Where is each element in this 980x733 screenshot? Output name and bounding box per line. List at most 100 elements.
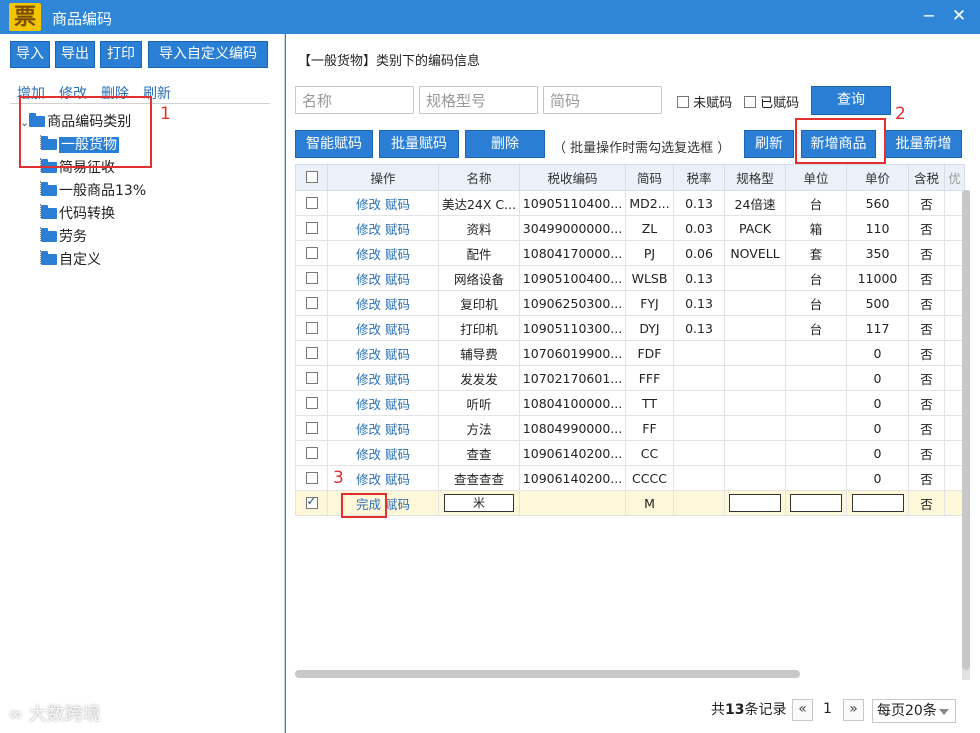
assigned-filter[interactable]: 已赋码 [744,92,799,111]
horizontal-scrollbar[interactable] [295,670,800,678]
row-select-cell[interactable] [295,415,328,441]
row-select-cell[interactable] [295,315,328,341]
select-all-cell[interactable] [295,164,328,191]
tree-item-custom[interactable]: 自定义 [40,249,101,269]
minimize-button[interactable]: − [918,5,940,27]
assign-code-link[interactable]: 赋码 [385,322,410,337]
table-row[interactable]: 修改 赋码 查查查查 10906140200... CCCC 0 否 [295,465,965,491]
assign-code-link[interactable]: 赋码 [385,247,410,262]
print-button[interactable]: 打印 [100,41,142,68]
row-checkbox[interactable] [305,471,318,484]
page-size-select[interactable]: 每页20条 [872,699,956,723]
assign-code-link[interactable]: 赋码 [385,472,410,487]
edit-link[interactable]: 修改 [356,322,381,337]
tree-item-general-13[interactable]: 一般商品13% [40,180,146,200]
assign-code-link[interactable]: 赋码 [385,222,410,237]
assign-code-link[interactable]: 赋码 [385,372,410,387]
row-select-cell[interactable] [295,215,328,241]
row-select-cell[interactable] [295,390,328,416]
row-checkbox[interactable] [305,421,318,434]
row-checkbox[interactable] [305,346,318,359]
table-row[interactable]: 修改 赋码 配件 10804170000... PJ 0.06 NOVELL 套 350 否 [295,240,965,266]
refresh-button[interactable]: 刷新 [744,130,794,158]
vertical-scrollbar[interactable] [962,190,970,680]
assign-code-link[interactable]: 赋码 [385,347,410,362]
row-checkbox[interactable] [305,321,318,334]
table-row[interactable]: 修改 赋码 方法 10804990000... FF 0 否 [295,415,965,441]
assign-code-link[interactable]: 赋码 [385,497,410,512]
table-row[interactable]: 修改 赋码 发发发 10702170601... FFF 0 否 [295,365,965,391]
edit-link[interactable]: 修改 [356,347,381,362]
row-select-cell[interactable] [295,240,328,266]
spec-edit-input[interactable] [729,494,781,512]
edit-link[interactable]: 修改 [356,247,381,262]
row-checkbox[interactable] [305,196,318,209]
name-edit-input[interactable]: 米 [444,494,514,512]
query-button[interactable]: 查询 [811,86,891,115]
row-select-cell[interactable] [295,440,328,466]
edit-link[interactable]: 修改 [356,472,381,487]
next-page-button[interactable]: » [843,699,864,721]
table-row[interactable]: 修改 赋码 网络设备 10905100400... WLSB 0.13 台 11000 否 [295,265,965,291]
delete-button[interactable]: 删除 [465,130,545,158]
table-row[interactable]: 修改 赋码 资料 30499000000... ZL 0.03 PACK 箱 110 否 [295,215,965,241]
cell-tax-included: 否 [908,340,945,366]
row-checkbox[interactable] [305,396,318,409]
price-edit-input[interactable] [851,494,904,512]
row-select-cell[interactable] [295,190,328,216]
edit-link[interactable]: 修改 [356,397,381,412]
row-select-cell[interactable] [295,365,328,391]
edit-link[interactable]: 修改 [356,297,381,312]
table-row[interactable]: 修改 赋码 听听 10804100000... TT 0 否 [295,390,965,416]
smart-code-button[interactable]: 智能赋码 [295,130,373,158]
tree-item-labor[interactable]: 劳务 [40,226,87,246]
select-all-checkbox[interactable] [305,171,318,183]
row-checkbox[interactable] [305,494,318,509]
batch-code-button[interactable]: 批量赋码 [379,130,459,158]
import-button[interactable]: 导入 [10,41,50,68]
edit-link[interactable]: 修改 [356,447,381,462]
row-checkbox[interactable] [305,371,318,384]
name-input[interactable]: 名称 [295,86,414,114]
batch-add-button[interactable]: 批量新增 [885,130,962,158]
close-button[interactable]: ✕ [948,5,970,27]
assign-code-link[interactable]: 赋码 [385,447,410,462]
spec-input[interactable]: 规格型号 [419,86,538,114]
row-checkbox[interactable] [305,446,318,459]
row-checkbox[interactable] [305,271,318,284]
unassigned-filter[interactable]: 未赋码 [677,92,732,111]
prev-page-button[interactable]: « [792,699,813,721]
row-select-cell[interactable] [295,265,328,291]
tree-item-code-convert[interactable]: 代码转换 [40,203,115,223]
edit-link[interactable]: 修改 [356,197,381,212]
assign-code-link[interactable]: 赋码 [385,272,410,287]
assign-code-link[interactable]: 赋码 [385,422,410,437]
edit-link[interactable]: 修改 [356,422,381,437]
table-row-editing[interactable]: 完成赋码米M否 [295,490,965,516]
row-select-cell[interactable] [295,340,328,366]
table-row[interactable]: 修改 赋码 美达24X C... 10905110400... MD2... 0.13 24… [295,190,965,216]
import-custom-code-button[interactable]: 导入自定义编码 [148,41,268,68]
row-select-cell[interactable] [295,490,328,516]
edit-link[interactable]: 修改 [356,222,381,237]
unit-edit-input[interactable] [790,494,842,512]
table-row[interactable]: 修改 赋码 打印机 10905110300... DYJ 0.13 台 117 否 [295,315,965,341]
code-input[interactable]: 简码 [543,86,662,114]
edit-link[interactable]: 修改 [356,372,381,387]
table-row[interactable]: 修改 赋码 辅导费 10706019900... FDF 0 否 [295,340,965,366]
assign-code-link[interactable]: 赋码 [385,197,410,212]
assigned-checkbox[interactable] [744,96,756,108]
assign-code-link[interactable]: 赋码 [385,297,410,312]
assign-code-link[interactable]: 赋码 [385,397,410,412]
table-row[interactable]: 修改 赋码 复印机 10906250300... FYJ 0.13 台 500 否 [295,290,965,316]
row-checkbox[interactable] [305,296,318,309]
export-button[interactable]: 导出 [55,41,95,68]
edit-link[interactable]: 修改 [356,272,381,287]
vertical-scroll-thumb[interactable] [962,190,970,670]
row-select-cell[interactable] [295,465,328,491]
table-row[interactable]: 修改 赋码 查查 10906140200... CC 0 否 [295,440,965,466]
row-select-cell[interactable] [295,290,328,316]
row-checkbox[interactable] [305,246,318,259]
unassigned-checkbox[interactable] [677,96,689,108]
row-checkbox[interactable] [305,221,318,234]
